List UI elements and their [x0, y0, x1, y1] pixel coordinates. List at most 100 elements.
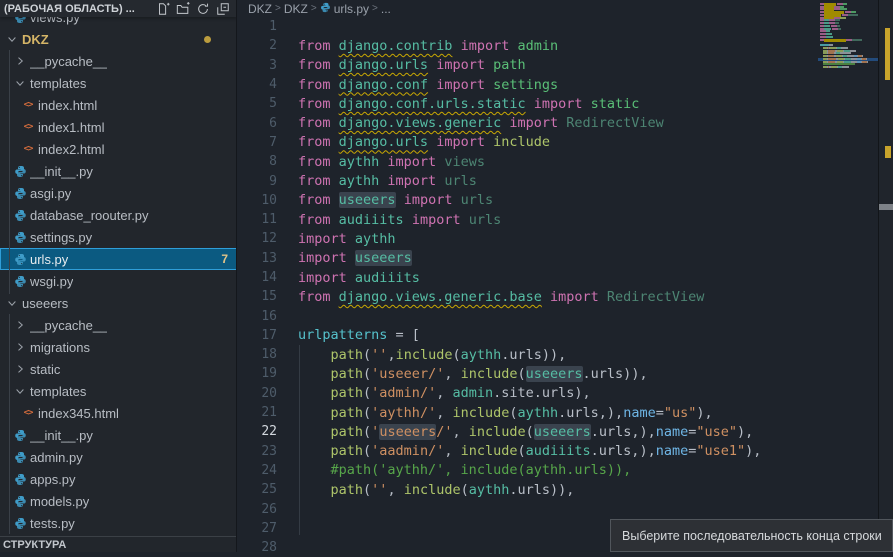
outline-section-header[interactable]: СТРУКТУРА	[0, 536, 237, 552]
tree-item-asgi-py[interactable]: asgi.py	[0, 182, 237, 204]
code-line-26[interactable]: 26	[238, 499, 818, 518]
tree-item-index2-html[interactable]: <>index2.html	[0, 138, 237, 160]
line-text: from aythh import views	[298, 154, 485, 170]
line-text: path('aadmin/', include(audiiits.urls,),…	[298, 443, 761, 459]
python-file-icon	[12, 207, 28, 223]
tree-item-admin-py[interactable]: admin.py	[0, 446, 237, 468]
code-line-25[interactable]: 25 path('', include(aythh.urls)),	[238, 480, 818, 499]
tree-item-label: urls.py	[30, 252, 68, 267]
overview-ruler[interactable]	[878, 0, 893, 552]
code-line-23[interactable]: 23 path('aadmin/', include(audiiits.urls…	[238, 442, 818, 461]
line-number: 14	[238, 270, 277, 285]
line-text: path('useeers/', include(useeers.urls,),…	[298, 424, 753, 440]
line-text: from django.conf import settings	[298, 77, 558, 93]
tree-item--init-py[interactable]: __init__.py	[0, 424, 237, 446]
line-text: urlpatterns = [	[298, 327, 420, 343]
code-area[interactable]: 12from django.contrib import admin3from …	[238, 17, 818, 557]
tree-indent-guide	[9, 314, 10, 534]
tree-item-index345-html[interactable]: <>index345.html	[0, 402, 237, 424]
code-line-13[interactable]: 13import useeers	[238, 249, 818, 268]
python-file-icon	[12, 251, 28, 267]
code-line-11[interactable]: 11from audiiits import urls	[238, 210, 818, 229]
new-file-icon[interactable]	[153, 1, 173, 17]
tree-item-dkz[interactable]: DKZ	[0, 28, 237, 50]
tree-item--init-py[interactable]: __init__.py	[0, 160, 237, 182]
tree-item-label: admin.py	[30, 450, 83, 465]
line-number: 6	[238, 116, 277, 131]
line-number: 16	[238, 309, 277, 324]
code-line-12[interactable]: 12import aythh	[238, 229, 818, 248]
code-line-5[interactable]: 5from django.conf.urls.static import sta…	[238, 94, 818, 113]
tree-item-templates[interactable]: templates	[0, 72, 237, 94]
collapse-all-icon[interactable]	[213, 1, 233, 17]
line-number: 9	[238, 174, 277, 189]
minimap[interactable]	[818, 0, 878, 552]
line-number: 22	[238, 424, 277, 439]
code-line-1[interactable]: 1	[238, 17, 818, 36]
tree-item--pycache-[interactable]: __pycache__	[0, 50, 237, 72]
line-text: from django.views.generic import Redirec…	[298, 115, 664, 131]
code-line-19[interactable]: 19 path('useeer/', include(useeers.urls)…	[238, 364, 818, 383]
tree-item-label: index345.html	[38, 406, 119, 421]
breadcrumb-separator: >	[311, 3, 317, 14]
code-line-10[interactable]: 10from useeers import urls	[238, 191, 818, 210]
line-number: 26	[238, 502, 277, 517]
line-number: 11	[238, 212, 277, 227]
tree-item-tests-py[interactable]: tests.py	[0, 512, 237, 534]
code-line-3[interactable]: 3from django.urls import path	[238, 56, 818, 75]
tree-item-label: __pycache__	[30, 318, 107, 333]
tree-item-index-html[interactable]: <>index.html	[0, 94, 237, 116]
code-line-18[interactable]: 18 path('',include(aythh.urls)),	[238, 345, 818, 364]
workspace-title: (РАБОЧАЯ ОБЛАСТЬ) ...	[4, 3, 153, 15]
breadcrumb-segment[interactable]: DKZ	[284, 2, 308, 16]
tree-item-settings-py[interactable]: settings.py	[0, 226, 237, 248]
code-line-6[interactable]: 6 from django.views.generic import Redire…	[238, 113, 818, 132]
line-text: from aythh import urls	[298, 173, 477, 189]
tree-item-templates[interactable]: templates	[0, 380, 237, 402]
code-line-14[interactable]: 14 import audiiits	[238, 268, 818, 287]
line-number: 23	[238, 444, 277, 459]
tree-item-useeers[interactable]: useeers	[0, 292, 237, 314]
tree-item-static[interactable]: static	[0, 358, 237, 380]
code-line-8[interactable]: 8from aythh import views	[238, 152, 818, 171]
editor-pane[interactable]: DKZ>DKZ>urls.py>... 12from django.contri…	[238, 0, 893, 552]
chevron-down-icon	[4, 295, 20, 311]
breadcrumb-segment[interactable]: DKZ	[248, 2, 272, 16]
code-line-2[interactable]: 2from django.contrib import admin	[238, 36, 818, 55]
breadcrumb-segment[interactable]: urls.py	[320, 2, 369, 16]
code-line-22[interactable]: 22 path('useeers/', include(useeers.urls…	[238, 422, 818, 441]
python-file-icon	[12, 449, 28, 465]
line-number: 27	[238, 521, 277, 536]
new-folder-icon[interactable]	[173, 1, 193, 17]
code-line-20[interactable]: 20 path('admin/', admin.site.urls),	[238, 384, 818, 403]
tree-item-index1-html[interactable]: <>index1.html	[0, 116, 237, 138]
code-line-17[interactable]: 17urlpatterns = [	[238, 326, 818, 345]
code-line-21[interactable]: 21 path('aythh/', include(aythh.urls,),n…	[238, 403, 818, 422]
code-line-9[interactable]: 9 from aythh import urls	[238, 171, 818, 190]
line-text: from useeers import urls	[298, 192, 493, 208]
tree-item--pycache-[interactable]: __pycache__	[0, 314, 237, 336]
line-text: import audiiits	[298, 270, 420, 286]
python-file-icon	[12, 229, 28, 245]
tree-item-migrations[interactable]: migrations	[0, 336, 237, 358]
code-line-15[interactable]: 15from django.views.generic.base import …	[238, 287, 818, 306]
code-line-16[interactable]: 16	[238, 306, 818, 325]
explorer-section-header[interactable]: (РАБОЧАЯ ОБЛАСТЬ) ...	[0, 0, 237, 17]
tree-item-models-py[interactable]: models.py	[0, 490, 237, 512]
tree-item-urls-py[interactable]: urls.py7	[0, 248, 237, 270]
tree-item-label: index1.html	[38, 120, 104, 135]
tree-item-wsgi-py[interactable]: wsgi.py	[0, 270, 237, 292]
refresh-icon[interactable]	[193, 1, 213, 17]
code-line-4[interactable]: 4from django.conf import settings	[238, 75, 818, 94]
breadcrumb-segment[interactable]: ...	[381, 2, 391, 16]
tree-item-apps-py[interactable]: apps.py	[0, 468, 237, 490]
tree-item-label: settings.py	[30, 230, 92, 245]
code-line-24[interactable]: 24 #path('aythh/', include(aythh.urls)),	[238, 461, 818, 480]
tree-item-label: index2.html	[38, 142, 104, 157]
tree-item-database-roouter-py[interactable]: database_roouter.py	[0, 204, 237, 226]
chevron-right-icon	[12, 339, 28, 355]
modified-dot	[204, 36, 211, 43]
tree-item-label: static	[30, 362, 60, 377]
tree-item-label: __pycache__	[30, 54, 107, 69]
code-line-7[interactable]: 7from django.urls import include	[238, 133, 818, 152]
